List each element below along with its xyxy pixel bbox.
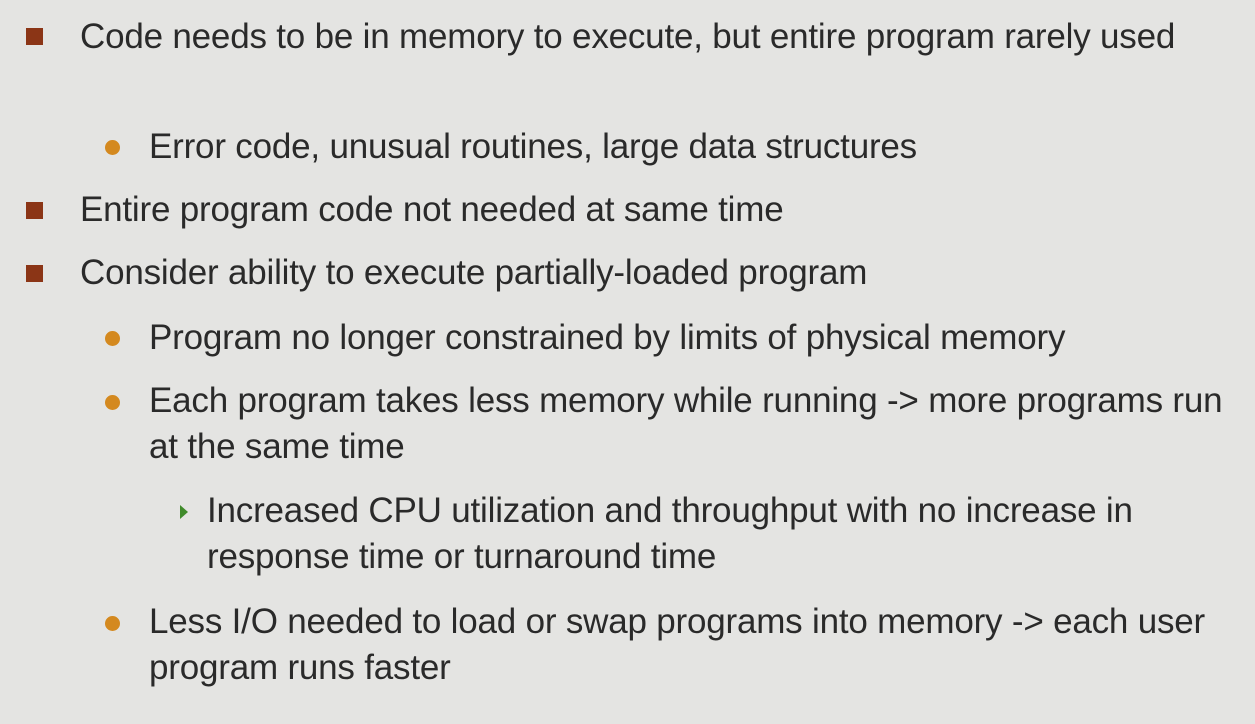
bullet-item-level2: Error code, unusual routines, large data… — [149, 124, 1239, 170]
bullet-text: Entire program code not needed at same t… — [80, 190, 784, 229]
bullet-text: Less I/O needed to load or swap programs… — [149, 602, 1206, 687]
dot-bullet-icon — [105, 140, 120, 155]
dot-bullet-icon — [105, 616, 120, 631]
triangle-arrow-bullet-icon — [180, 505, 188, 519]
dot-bullet-icon — [105, 331, 120, 346]
bullet-item-level1: Code needs to be in memory to execute, b… — [80, 14, 1240, 60]
dot-bullet-icon — [105, 395, 120, 410]
bullet-text: Program no longer constrained by limits … — [149, 318, 1066, 357]
bullet-text: Consider ability to execute partially-lo… — [80, 253, 868, 292]
bullet-text: Increased CPU utilization and throughput… — [207, 491, 1133, 576]
bullet-item-level2: Program no longer constrained by limits … — [149, 315, 1239, 361]
bullet-text: Code needs to be in memory to execute, b… — [80, 17, 1176, 56]
bullet-item-level1: Entire program code not needed at same t… — [80, 187, 1240, 233]
bullet-text: Error code, unusual routines, large data… — [149, 127, 917, 166]
bullet-item-level3: Increased CPU utilization and throughput… — [207, 488, 1237, 580]
bullet-text: Each program takes less memory while run… — [149, 381, 1223, 466]
bullet-item-level2: Each program takes less memory while run… — [149, 378, 1239, 470]
bullet-item-level1: Consider ability to execute partially-lo… — [80, 250, 1240, 296]
bullet-item-level2: Less I/O needed to load or swap programs… — [149, 599, 1239, 691]
square-bullet-icon — [26, 202, 43, 219]
square-bullet-icon — [26, 265, 43, 282]
slide-content: Code needs to be in memory to execute, b… — [0, 0, 1255, 724]
square-bullet-icon — [26, 28, 43, 45]
